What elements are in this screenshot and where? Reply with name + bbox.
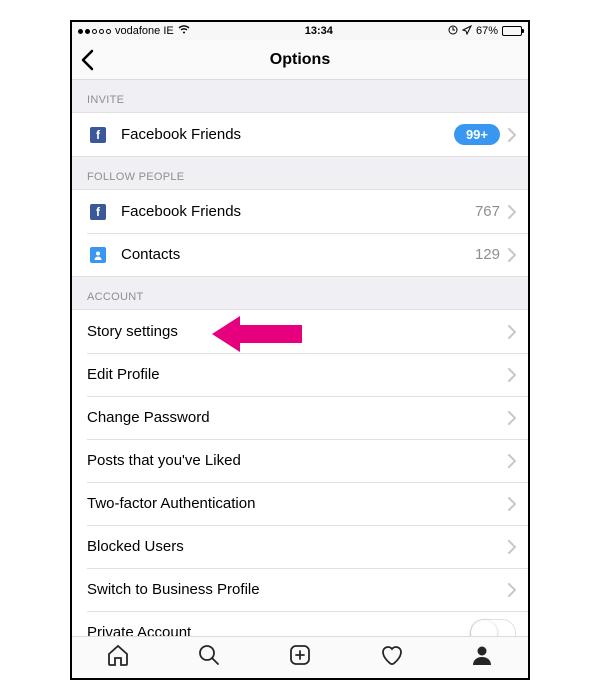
status-bar: vodafone IE 13:34 67% bbox=[72, 22, 528, 40]
chevron-right-icon bbox=[508, 325, 516, 339]
status-time: 13:34 bbox=[305, 25, 333, 37]
section-header-invite: INVITE bbox=[72, 80, 528, 112]
row-label: Contacts bbox=[121, 246, 475, 263]
chevron-right-icon bbox=[508, 540, 516, 554]
profile-icon bbox=[470, 643, 494, 672]
tab-home[interactable] bbox=[72, 637, 163, 678]
private-account-toggle[interactable] bbox=[470, 619, 516, 637]
add-post-icon bbox=[288, 643, 312, 672]
chevron-right-icon bbox=[508, 497, 516, 511]
row-posts-liked[interactable]: Posts that you've Liked bbox=[72, 439, 528, 482]
nav-bar: Options bbox=[72, 40, 528, 80]
row-follow-facebook-friends[interactable]: f Facebook Friends 767 bbox=[72, 190, 528, 233]
row-count: 767 bbox=[475, 203, 500, 220]
tab-add[interactable] bbox=[254, 637, 345, 678]
row-blocked-users[interactable]: Blocked Users bbox=[72, 525, 528, 568]
chevron-right-icon bbox=[508, 411, 516, 425]
section-header-account: ACCOUNT bbox=[72, 277, 528, 309]
content-scroll[interactable]: INVITE f Facebook Friends 99+ FOLLOW PEO… bbox=[72, 80, 528, 636]
row-story-settings[interactable]: Story settings bbox=[72, 310, 528, 353]
row-follow-contacts[interactable]: Contacts 129 bbox=[72, 233, 528, 276]
row-switch-business-profile[interactable]: Switch to Business Profile bbox=[72, 568, 528, 611]
tab-activity[interactable] bbox=[346, 637, 437, 678]
row-label: Edit Profile bbox=[87, 366, 508, 383]
row-count: 129 bbox=[475, 246, 500, 263]
location-icon bbox=[462, 25, 472, 38]
row-two-factor-auth[interactable]: Two-factor Authentication bbox=[72, 482, 528, 525]
chevron-right-icon bbox=[508, 205, 516, 219]
row-label: Switch to Business Profile bbox=[87, 581, 508, 598]
chevron-right-icon bbox=[508, 248, 516, 262]
heart-icon bbox=[379, 643, 403, 672]
contacts-icon bbox=[87, 247, 109, 263]
row-label: Facebook Friends bbox=[121, 126, 454, 143]
facebook-icon: f bbox=[87, 127, 109, 143]
chevron-right-icon bbox=[508, 128, 516, 142]
row-invite-facebook-friends[interactable]: f Facebook Friends 99+ bbox=[72, 113, 528, 156]
chevron-right-icon bbox=[508, 454, 516, 468]
count-badge: 99+ bbox=[454, 124, 500, 145]
row-label: Blocked Users bbox=[87, 538, 508, 555]
row-label: Posts that you've Liked bbox=[87, 452, 508, 469]
tab-bar bbox=[72, 636, 528, 678]
row-edit-profile[interactable]: Edit Profile bbox=[72, 353, 528, 396]
section-follow: f Facebook Friends 767 Contacts 129 bbox=[72, 189, 528, 277]
search-icon bbox=[197, 643, 221, 672]
tab-search[interactable] bbox=[163, 637, 254, 678]
section-header-follow: FOLLOW PEOPLE bbox=[72, 157, 528, 189]
battery-icon bbox=[502, 26, 522, 36]
row-label: Change Password bbox=[87, 409, 508, 426]
home-icon bbox=[106, 643, 130, 672]
page-title: Options bbox=[270, 51, 330, 69]
row-label: Story settings bbox=[87, 323, 508, 340]
row-label: Private Account bbox=[87, 624, 470, 636]
row-change-password[interactable]: Change Password bbox=[72, 396, 528, 439]
phone-frame: vodafone IE 13:34 67% Options INVITE bbox=[70, 20, 530, 680]
section-invite: f Facebook Friends 99+ bbox=[72, 112, 528, 157]
compass-icon bbox=[448, 25, 458, 38]
facebook-icon: f bbox=[87, 204, 109, 220]
signal-dots-icon bbox=[78, 29, 111, 34]
carrier-label: vodafone IE bbox=[115, 25, 174, 37]
row-label: Two-factor Authentication bbox=[87, 495, 508, 512]
chevron-right-icon bbox=[508, 368, 516, 382]
row-private-account[interactable]: Private Account bbox=[72, 611, 528, 636]
section-account: Story settings Edit Profile Change Passw… bbox=[72, 309, 528, 636]
row-label: Facebook Friends bbox=[121, 203, 475, 220]
back-button[interactable] bbox=[80, 49, 94, 71]
wifi-icon bbox=[178, 25, 190, 37]
chevron-right-icon bbox=[508, 583, 516, 597]
battery-pct: 67% bbox=[476, 25, 498, 37]
tab-profile[interactable] bbox=[437, 637, 528, 678]
